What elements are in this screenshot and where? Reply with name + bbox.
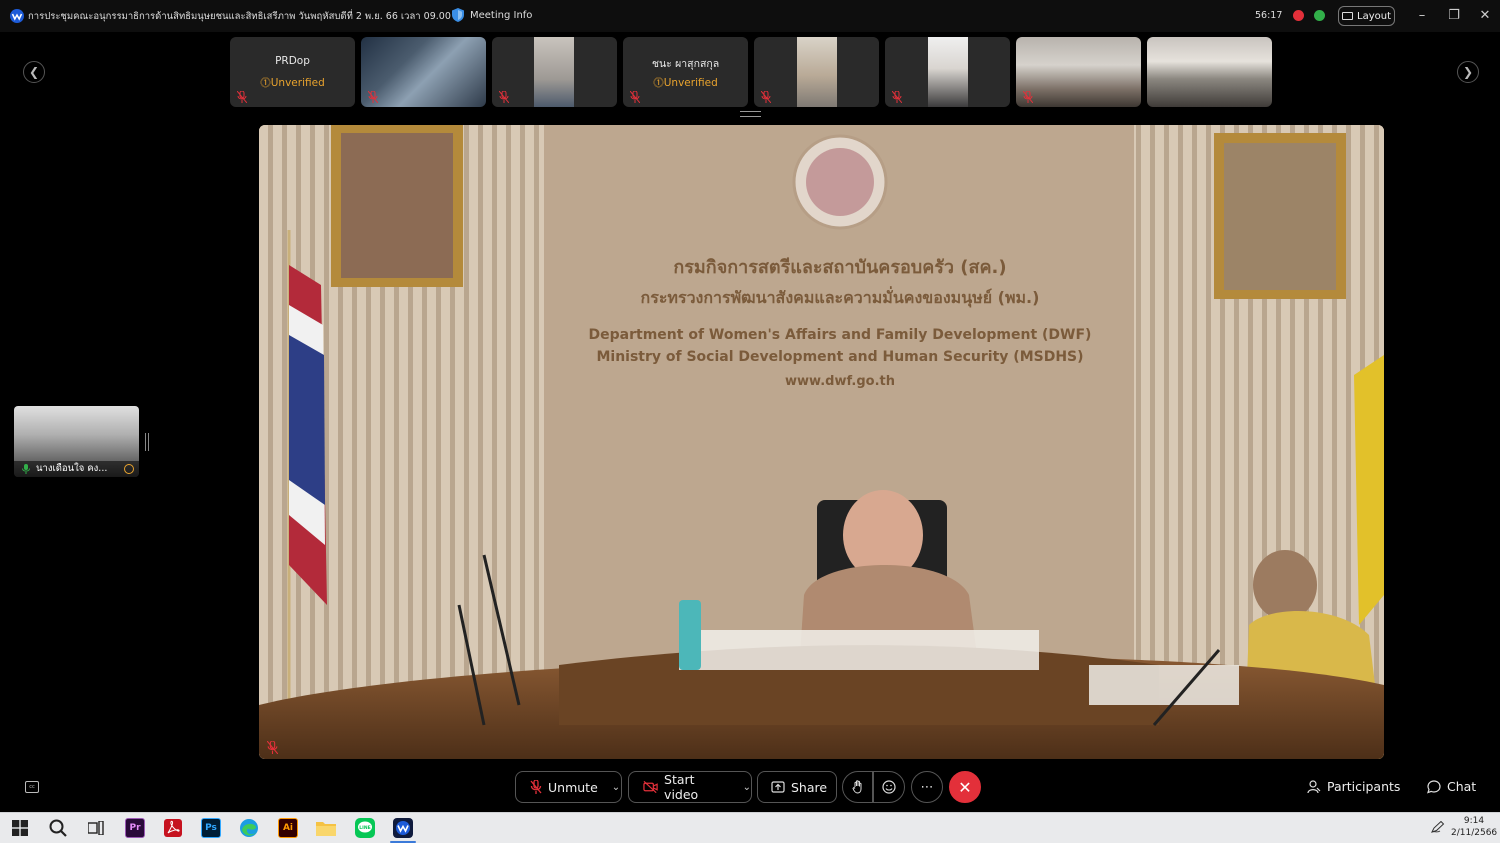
edge-icon[interactable] [239,818,259,838]
task-view-icon[interactable] [86,818,106,838]
participant-video [928,37,968,107]
system-clock[interactable]: 9:14 2/11/2566 [1451,815,1497,839]
shield-icon [452,8,464,22]
previous-page-button[interactable]: ❮ [23,61,45,83]
sign-line-5: www.dwf.go.th [785,374,895,389]
illustrator-icon[interactable]: Ai [278,818,298,838]
leave-meeting-button[interactable]: ✕ [949,771,981,803]
mic-icon [22,464,30,474]
sign-line-4: Ministry of Social Development and Human… [596,349,1083,365]
sign-line-3: Department of Women's Affairs and Family… [589,327,1092,343]
mic-off-icon [368,91,378,103]
mic-off-icon [237,91,247,103]
meeting-info-label: Meeting Info [470,9,533,21]
raise-hand-button[interactable] [842,771,873,803]
premiere-icon[interactable]: Pr [125,818,145,838]
layout-label: Layout [1357,10,1391,22]
unverified-badge-icon [124,464,134,474]
unverified-status: ⓵Unverified [653,77,718,89]
participants-label: Participants [1327,779,1401,794]
chevron-down-icon[interactable]: ⌄ [612,782,620,793]
share-label: Share [791,779,828,795]
start-video-button[interactable]: Start video ⌄ [628,771,752,803]
mic-off-icon [761,91,771,103]
clock-date: 2/11/2566 [1451,828,1498,838]
unverified-status: ⓵Unverified [260,77,325,89]
participant-video-tile[interactable] [492,37,617,107]
participant-name: PRDop [275,55,310,67]
unmute-button[interactable]: Unmute ⌄ [515,771,622,803]
record-indicator-red[interactable] [1293,10,1304,21]
participant-name: ชนะ ผาสุกสกุล [651,58,720,70]
participant-tile[interactable]: ชนะ ผาสุกสกุล ⓵Unverified [623,37,748,107]
title-bar: การประชุมคณะอนุกรรมาธิการด้านสิทธิมนุษยช… [0,0,1500,32]
meeting-timer: 56:17 [1255,10,1283,21]
meeting-info-button[interactable]: Meeting Info [452,8,532,22]
main-video-scene: กรมกิจการสตรีและสถาบันครอบครัว (สค.) กระ… [259,125,1384,759]
start-video-label: Start video [664,772,699,802]
webex-icon[interactable] [393,818,413,838]
layout-icon [1342,12,1353,20]
sign-line-2: กระทรวงการพัฒนาสังคมและความมั่นคงของมนุษ… [641,286,1040,308]
mic-off-icon [892,91,902,103]
sign-line-1: กรมกิจการสตรีและสถาบันครอบครัว (สค.) [673,257,1006,278]
main-video[interactable]: กรมกิจการสตรีและสถาบันครอบครัว (สค.) กระ… [259,125,1384,759]
participant-video-tile[interactable] [361,37,486,107]
clock-time: 9:14 [1463,816,1485,826]
chat-icon [1427,779,1441,793]
participants-icon [1307,779,1321,793]
record-indicator-green[interactable] [1314,10,1325,21]
smiley-icon [882,780,896,794]
participant-video-tile[interactable] [885,37,1010,107]
search-icon[interactable] [48,818,68,838]
minimize-button[interactable]: – [1411,6,1433,26]
close-button[interactable]: ✕ [1474,6,1496,26]
windows-taskbar: Pr Ps Ai LINE [0,812,1500,843]
closed-captions-button[interactable]: cc [25,781,39,793]
photoshop-icon[interactable]: Ps [201,818,221,838]
participants-button[interactable]: Participants [1307,779,1400,794]
video-off-icon [643,781,658,793]
next-page-button[interactable]: ❯ [1457,61,1479,83]
close-icon: ✕ [958,777,972,797]
share-button[interactable]: Share [757,771,837,803]
participant-video [797,37,837,107]
unmute-label: Unmute [548,779,598,795]
participant-video-tile[interactable] [1147,37,1272,107]
mic-off-icon [1023,91,1033,103]
strip-resize-handle[interactable] [740,111,761,117]
layout-button[interactable]: Layout [1338,6,1395,26]
participant-video-tile[interactable] [754,37,879,107]
mic-off-icon [630,91,640,103]
participant-tile[interactable]: PRDop ⓵Unverified [230,37,355,107]
hand-icon [851,780,861,794]
start-icon[interactable] [10,818,30,838]
chevron-down-icon[interactable]: ⌄ [743,782,751,793]
chat-button[interactable]: Chat [1427,779,1476,794]
participant-video [534,37,574,107]
mic-off-icon [530,780,542,794]
maximize-button[interactable]: ❐ [1443,6,1465,26]
pen-icon[interactable] [1431,821,1445,833]
reactions-button[interactable] [873,771,905,803]
file-explorer-icon[interactable] [316,818,336,838]
self-view-name: นางเดือนใจ คง... [14,461,139,477]
line-icon[interactable]: LINE [355,818,375,838]
webex-logo-icon [10,9,24,23]
share-icon [771,781,785,793]
participant-video-tile[interactable] [1016,37,1141,107]
mic-off-icon [267,741,278,754]
meeting-title: การประชุมคณะอนุกรรมาธิการด้านสิทธิมนุษยช… [28,11,464,22]
acrobat-icon[interactable] [163,818,183,838]
svg-text:LINE: LINE [359,825,370,831]
self-view-drag-handle[interactable] [145,433,149,451]
more-options-button[interactable]: ⋯ [911,771,943,803]
self-view-tile[interactable]: นางเดือนใจ คง... [14,406,139,477]
more-icon: ⋯ [920,779,934,795]
mic-off-icon [499,91,509,103]
chat-label: Chat [1447,779,1477,794]
